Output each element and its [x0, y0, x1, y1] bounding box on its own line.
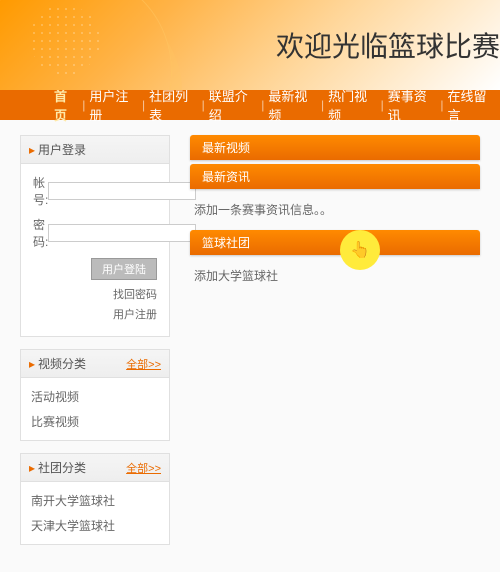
- main-nav: 首页| 用户注册| 社团列表| 联盟介绍| 最新视频| 热门视频| 赛事资讯| …: [0, 90, 500, 120]
- nav-latest-video[interactable]: 最新视频: [264, 86, 321, 124]
- arrow-icon: ▸: [29, 357, 35, 371]
- news-text: 添加一条赛事资讯信息。。: [190, 193, 480, 230]
- login-panel-header: ▸用户登录: [21, 136, 169, 164]
- login-panel: ▸用户登录 帐号: 密码: 用户登陆 找回密码 用户注册: [20, 135, 170, 337]
- tab-latest-video[interactable]: 最新视频: [190, 135, 480, 160]
- tab-latest-news[interactable]: 最新资讯: [190, 164, 480, 189]
- nav-guestbook[interactable]: 在线留言: [443, 86, 500, 124]
- nav-home[interactable]: 首页: [50, 86, 82, 124]
- account-label: 帐号:: [33, 174, 48, 208]
- login-button[interactable]: 用户登陆: [91, 258, 157, 280]
- video-cat-header: ▸视频分类 全部>>: [21, 350, 169, 378]
- club-category-panel: ▸社团分类 全部>> 南开大学篮球社 天津大学篮球社: [20, 453, 170, 545]
- club-cat-title: 社团分类: [38, 461, 86, 475]
- club-text: 添加大学篮球社: [190, 259, 480, 296]
- page-header: 欢迎光临篮球比赛: [0, 0, 500, 90]
- arrow-icon: ▸: [29, 143, 35, 157]
- nav-news[interactable]: 赛事资讯: [384, 86, 441, 124]
- tab-clubs[interactable]: 篮球社团: [190, 230, 480, 255]
- account-input[interactable]: [48, 182, 196, 200]
- forgot-password-link[interactable]: 找回密码: [33, 286, 157, 302]
- nav-hot-video[interactable]: 热门视频: [324, 86, 381, 124]
- list-item[interactable]: 活动视频: [31, 384, 159, 409]
- list-item[interactable]: 天津大学篮球社: [31, 513, 159, 538]
- page-title: 欢迎光临篮球比赛: [276, 25, 500, 65]
- club-cat-more[interactable]: 全部>>: [126, 460, 161, 476]
- arrow-icon: ▸: [29, 461, 35, 475]
- pointer-cursor-icon: 👆: [340, 230, 380, 270]
- password-input[interactable]: [48, 224, 196, 242]
- main-area: ▸用户登录 帐号: 密码: 用户登陆 找回密码 用户注册: [0, 120, 500, 572]
- nav-register[interactable]: 用户注册: [85, 86, 142, 124]
- list-item[interactable]: 比赛视频: [31, 409, 159, 434]
- content-area: 最新视频 最新资讯 添加一条赛事资讯信息。。 篮球社团 添加大学篮球社 👆: [190, 135, 480, 557]
- register-link[interactable]: 用户注册: [33, 306, 157, 322]
- video-cat-more[interactable]: 全部>>: [126, 356, 161, 372]
- nav-clubs[interactable]: 社团列表: [145, 86, 202, 124]
- video-cat-title: 视频分类: [38, 357, 86, 371]
- video-category-panel: ▸视频分类 全部>> 活动视频 比赛视频: [20, 349, 170, 441]
- login-title: 用户登录: [38, 143, 86, 157]
- nav-about[interactable]: 联盟介绍: [205, 86, 262, 124]
- club-cat-header: ▸社团分类 全部>>: [21, 454, 169, 482]
- sidebar: ▸用户登录 帐号: 密码: 用户登陆 找回密码 用户注册: [20, 135, 170, 557]
- list-item[interactable]: 南开大学篮球社: [31, 488, 159, 513]
- password-label: 密码:: [33, 216, 48, 250]
